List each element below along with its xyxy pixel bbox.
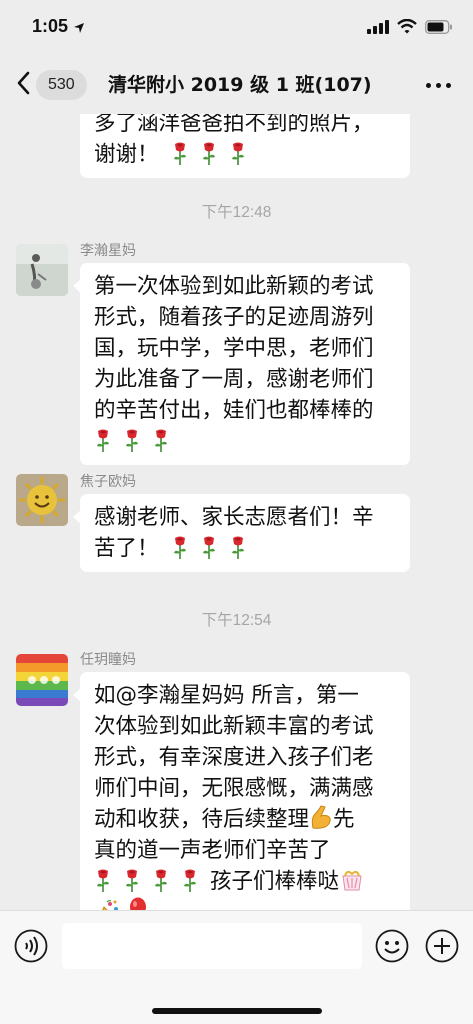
status-time: 1:05 [32, 16, 69, 36]
back-button[interactable]: 530 [16, 68, 96, 102]
muscle-emoji [311, 805, 331, 829]
message-bubble[interactable]: 感谢老师、家长志愿者们！辛 苦了！ [73, 494, 410, 572]
message-line: 感谢老师、家长志愿者们！辛 [94, 505, 374, 530]
avatar[interactable] [16, 244, 68, 296]
rose-emoji [123, 428, 141, 452]
message-line: 国，玩中学，学中思，老师们 [94, 336, 374, 361]
chat-title: 清华附小 2019 级 1 班(107) [108, 74, 372, 96]
rose-emoji [94, 868, 112, 892]
rose-emoji [171, 535, 189, 559]
sender-name: 任玥瞳妈 [80, 652, 136, 668]
rose-emoji [181, 868, 199, 892]
rose-emoji [229, 535, 247, 559]
avatar[interactable] [16, 654, 68, 706]
balloon-emoji [129, 897, 146, 910]
wifi-icon [397, 18, 417, 38]
message-line: 师们中间，无限感慨，满满感 [94, 776, 374, 801]
rose-emoji [171, 141, 189, 165]
status-bar: 1:05 [0, 0, 473, 56]
message-line: 的辛苦付出，娃们也都棒棒的 [94, 398, 374, 423]
sender-name: 李瀚星妈 [80, 243, 136, 259]
message-line: 先 [333, 807, 355, 832]
gift-emoji [342, 870, 362, 891]
more-button[interactable] [426, 83, 451, 88]
message-line: 次体验到如此新颖丰富的考试 [94, 714, 374, 739]
message-input[interactable] [62, 923, 362, 969]
rose-emoji [152, 868, 170, 892]
rose-emoji [229, 141, 247, 165]
battery-icon [425, 19, 453, 38]
rose-emoji [94, 428, 112, 452]
emoji-icon [375, 929, 409, 967]
message-bubble[interactable]: 第一次体验到如此新颖的考试 形式，随着孩子的足迹周游列 国，玩中学，学中思，老师… [73, 263, 410, 465]
home-indicator[interactable] [152, 1008, 322, 1014]
message-line: 苦了！ [94, 536, 159, 561]
message-list[interactable]: 多了涵洋爸爸拍不到的照片， 谢谢！ 下午12:48 李瀚星妈 第一次体验到如此新… [0, 114, 473, 910]
more-icon [426, 83, 431, 88]
rose-emoji [123, 868, 141, 892]
party-popper-emoji [102, 899, 118, 910]
message-line: 动和收获，待后续整理 [94, 807, 310, 832]
sender-name: 焦子欧妈 [80, 474, 136, 490]
location-arrow-icon [73, 19, 85, 38]
back-icon [16, 71, 30, 99]
rose-emoji [200, 535, 218, 559]
message-line: 如@李瀚星妈妈 所言，第一 [94, 683, 359, 708]
message-line: 为此准备了一周，感谢老师们 [94, 367, 374, 392]
unread-count-badge: 530 [36, 70, 87, 100]
message-line: 形式，随着孩子的足迹周游列 [94, 305, 374, 330]
timestamp: 下午12:48 [201, 204, 272, 221]
message-line: 多了涵洋爸爸拍不到的照片， [94, 114, 374, 136]
rose-emoji [200, 141, 218, 165]
message-bubble[interactable]: 多了涵洋爸爸拍不到的照片， 谢谢！ [80, 114, 410, 178]
message-line: 谢谢！ [94, 142, 159, 167]
message-line: 形式，有幸深度进入孩子们老 [94, 745, 374, 770]
timestamp: 下午12:54 [201, 612, 272, 629]
plus-icon [425, 929, 459, 967]
chat-header: 530 清华附小 2019 级 1 班(107) [0, 56, 473, 114]
input-bar [0, 910, 473, 1024]
signal-icon [367, 19, 389, 38]
message-bubble[interactable]: 如@李瀚星妈妈 所言，第一 次体验到如此新颖丰富的考试 形式，有幸深度进入孩子们… [73, 672, 410, 910]
voice-icon [14, 929, 48, 967]
more-functions-button[interactable] [425, 929, 459, 963]
message-line: 第一次体验到如此新颖的考试 [94, 274, 374, 299]
rose-emoji [152, 428, 170, 452]
message-line: 真的道一声老师们辛苦了 [94, 838, 331, 863]
message-line: 孩子们棒棒哒 [210, 869, 340, 894]
avatar[interactable] [16, 474, 68, 526]
voice-button[interactable] [14, 929, 48, 963]
emoji-button[interactable] [375, 929, 409, 963]
